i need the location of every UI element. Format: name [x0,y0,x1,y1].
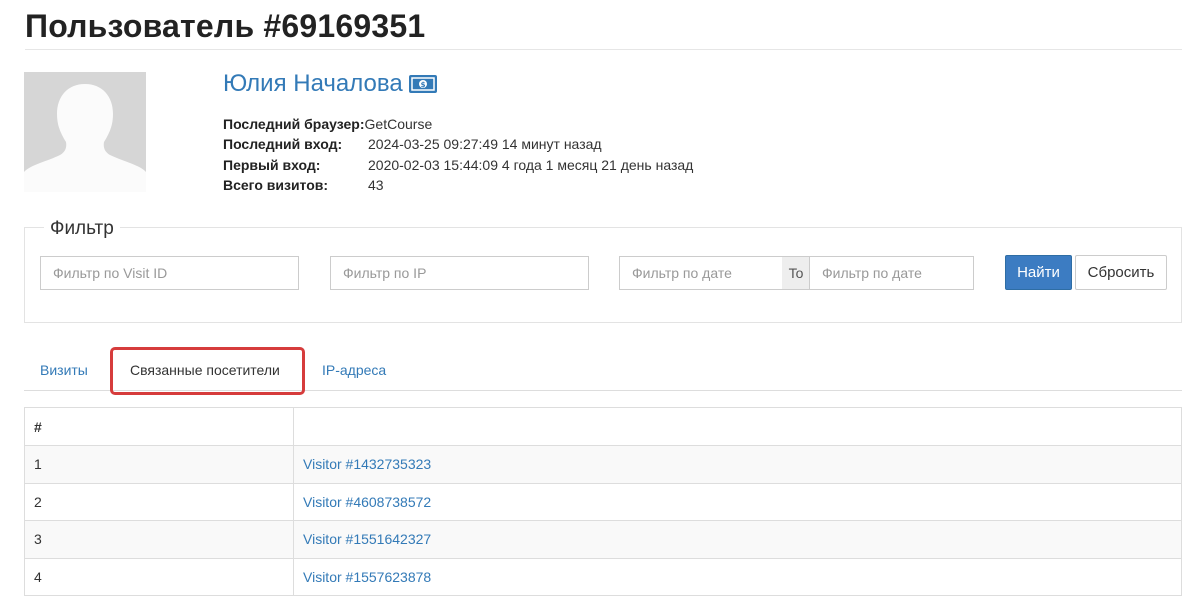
date-to-filter-input[interactable] [809,256,974,290]
info-value: 43 [368,176,384,193]
visitor-link[interactable]: Visitor #1432735323 [293,445,1182,484]
info-label: Всего визитов: [223,176,329,193]
date-range-to-addon: To [782,256,810,290]
row-number: 4 [24,557,294,596]
info-value: 2024-03-25 09:27:49 14 минут назад [368,136,602,153]
date-from-filter-input[interactable] [619,256,783,290]
row-number: 1 [24,445,294,484]
avatar [24,72,146,192]
user-name-link[interactable]: Юлия Началова [223,70,403,98]
tab-related-visitors[interactable]: Связанные посетители [130,348,280,390]
tabs-bar: Визиты Связанные посетители IP-адреса [24,348,1182,391]
svg-text:$: $ [420,81,425,89]
info-row-total-visits: Всего визитов: 43 [223,175,693,195]
tab-ip-addresses[interactable]: IP-адреса [322,348,386,390]
find-button[interactable]: Найти [1005,255,1072,290]
table-header-row: # [24,407,1182,446]
visitors-table-wrap: # 1 Visitor #1432735323 2 Visitor #46087… [24,407,1182,596]
table-row: 3 Visitor #1551642327 [24,520,1182,559]
user-name-block: Юлия Началова $ [223,70,437,98]
info-label: Последний вход: [223,136,343,153]
table-row: 2 Visitor #4608738572 [24,482,1182,522]
row-number: 3 [24,520,294,559]
related-visitors-table: # 1 Visitor #1432735323 2 Visitor #46087… [24,407,1182,596]
column-header-number: # [24,407,294,446]
ip-filter-input[interactable] [330,256,589,290]
user-info: Последний браузер:GetCourse Последний вх… [223,114,693,195]
row-number: 2 [24,482,294,522]
visitor-link[interactable]: Visitor #1551642327 [293,520,1182,559]
info-label: Последний браузер: [223,116,365,132]
page-title: Пользователь #69169351 [25,8,426,44]
tab-visits[interactable]: Визиты [40,348,88,390]
table-row: 4 Visitor #1557623878 [24,557,1182,596]
visitor-link[interactable]: Visitor #4608738572 [293,482,1182,522]
filter-legend: Фильтр [44,218,120,240]
table-row: 1 Visitor #1432735323 [24,445,1182,484]
visit-id-filter-input[interactable] [40,256,299,290]
info-label: Первый вход: [223,156,321,173]
info-row-browser: Последний браузер:GetCourse [223,114,693,134]
user-silhouette-icon [24,72,146,192]
info-row-last-login: Последний вход: 2024-03-25 09:27:49 14 ми… [223,134,693,154]
column-header-visitor [293,407,1182,446]
reset-button[interactable]: Сбросить [1075,255,1167,290]
info-value: GetCourse [364,116,433,132]
info-value: 2020-02-03 15:44:09 4 года 1 месяц 21 де… [368,156,694,173]
visitor-link[interactable]: Visitor #1557623878 [293,557,1182,596]
info-row-first-login: Первый вход: 2020-02-03 15:44:09 4 года 1… [223,155,693,175]
title-divider [25,49,1182,50]
money-bill-icon: $ [408,75,437,93]
